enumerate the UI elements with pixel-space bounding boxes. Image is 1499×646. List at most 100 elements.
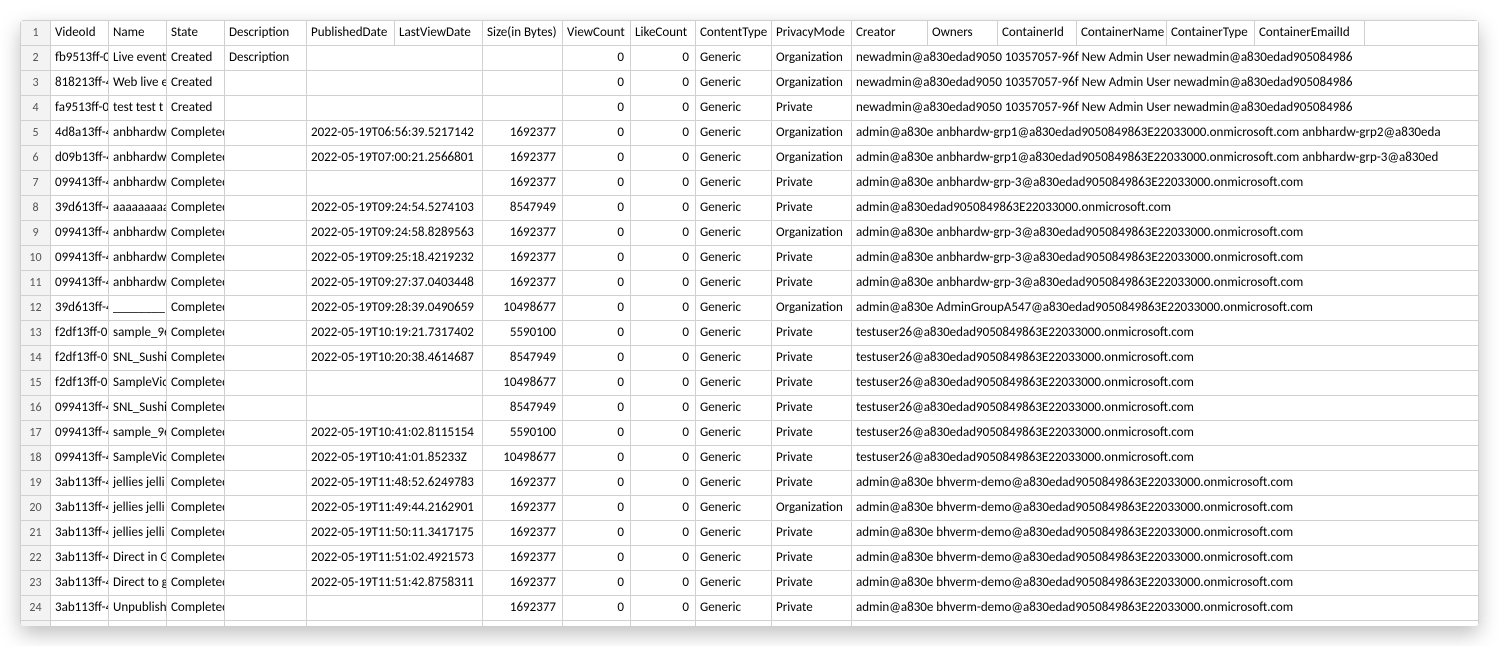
cell-videoid[interactable]: 3ab113ff-4 xyxy=(51,571,109,596)
cell-contenttype[interactable]: Generic xyxy=(696,621,772,627)
cell-name[interactable]: SampleVid xyxy=(109,371,167,396)
cell-size[interactable]: 8547949 xyxy=(483,396,563,421)
cell-contenttype[interactable]: Generic xyxy=(696,371,772,396)
cell-creator-owners-tail[interactable] xyxy=(852,621,1479,627)
cell-publisheddate[interactable] xyxy=(307,46,483,71)
cell-size[interactable]: 5590100 xyxy=(483,421,563,446)
row-number[interactable]: 10 xyxy=(21,246,51,271)
cell-privacymode[interactable]: Organization xyxy=(772,621,852,627)
cell-videoid[interactable]: 818213ff-4 xyxy=(51,71,109,96)
cell-size[interactable]: 1692377 xyxy=(483,471,563,496)
cell-videoid[interactable]: 4d8a13ff-4 xyxy=(51,121,109,146)
table-row[interactable]: 1239d613ff-4________Completed2022-05-19T… xyxy=(21,296,1479,321)
cell-privacymode[interactable]: Private xyxy=(772,96,852,121)
cell-videoid[interactable]: fa9513ff-0 xyxy=(51,96,109,121)
cell-description[interactable] xyxy=(225,71,307,96)
cell-viewcount[interactable]: 0 xyxy=(563,296,631,321)
cell-publisheddate[interactable]: 2022-05-19T10:41:01.85233Z xyxy=(307,446,483,471)
cell-description[interactable] xyxy=(225,421,307,446)
cell-privacymode[interactable]: Private xyxy=(772,446,852,471)
cell-state[interactable]: Completed xyxy=(167,246,225,271)
col-size[interactable]: Size(in Bytes) xyxy=(483,21,563,46)
cell-videoid[interactable]: 3ab113ff-4 xyxy=(51,596,109,621)
row-number[interactable]: 4 xyxy=(21,96,51,121)
cell-likecount[interactable]: 0 xyxy=(631,46,696,71)
cell-size[interactable]: 8547949 xyxy=(483,196,563,221)
row-number[interactable]: 13 xyxy=(21,321,51,346)
cell-state[interactable]: Completed xyxy=(167,271,225,296)
table-row[interactable]: 54d8a13ff-4anbhardwCompleted2022-05-19T0… xyxy=(21,121,1479,146)
cell-state[interactable]: Completed xyxy=(167,396,225,421)
col-containerid[interactable]: ContainerId xyxy=(998,21,1077,46)
cell-size[interactable]: 1692377 xyxy=(483,496,563,521)
cell-name[interactable]: SampleVid xyxy=(109,446,167,471)
cell-privacymode[interactable]: Private xyxy=(772,346,852,371)
cell-description[interactable] xyxy=(225,321,307,346)
cell-likecount[interactable]: 0 xyxy=(631,171,696,196)
cell-state[interactable]: Completed xyxy=(167,621,225,627)
cell-privacymode[interactable]: Private xyxy=(772,471,852,496)
cell-size[interactable]: 8547949 xyxy=(483,346,563,371)
table-row[interactable]: 4fa9513ff-0test test tCreated00GenericPr… xyxy=(21,96,1479,121)
cell-name[interactable]: anbhardw xyxy=(109,146,167,171)
table-row[interactable]: 193ab113ff-4jellies jelliCompleted2022-0… xyxy=(21,471,1479,496)
cell-size[interactable]: 1692377 xyxy=(483,271,563,296)
col-publisheddate[interactable]: PublishedDate xyxy=(307,21,395,46)
table-row[interactable]: 10099413ff-4anbhardwCompleted2022-05-19T… xyxy=(21,246,1479,271)
table-row[interactable]: 18099413ff-4SampleVidCompleted2022-05-19… xyxy=(21,446,1479,471)
col-name[interactable]: Name xyxy=(109,21,167,46)
col-containeremail[interactable]: ContainerEmailId xyxy=(1255,21,1365,46)
cell-publisheddate[interactable]: 2022-05-19T11:51:42.8758311 xyxy=(307,571,483,596)
cell-contenttype[interactable]: Generic xyxy=(696,171,772,196)
cell-privacymode[interactable]: Private xyxy=(772,171,852,196)
cell-description[interactable] xyxy=(225,271,307,296)
cell-likecount[interactable]: 0 xyxy=(631,346,696,371)
cell-description[interactable] xyxy=(225,521,307,546)
cell-state[interactable]: Completed xyxy=(167,221,225,246)
cell-publisheddate[interactable] xyxy=(307,371,483,396)
cell-viewcount[interactable]: 0 xyxy=(563,496,631,521)
cell-videoid[interactable]: 099413ff-4 xyxy=(51,396,109,421)
cell-state[interactable]: Completed xyxy=(167,496,225,521)
cell-contenttype[interactable]: Generic xyxy=(696,46,772,71)
cell-contenttype[interactable]: Generic xyxy=(696,296,772,321)
row-number-header[interactable]: 1 xyxy=(21,21,51,46)
cell-publisheddate[interactable] xyxy=(307,396,483,421)
cell-name[interactable]: jellies jelli xyxy=(109,496,167,521)
cell-contenttype[interactable]: Generic xyxy=(696,196,772,221)
cell-videoid[interactable]: 099413ff-4 xyxy=(51,446,109,471)
cell-likecount[interactable]: 0 xyxy=(631,571,696,596)
table-row[interactable]: 243ab113ff-4UnpublishCompleted169237700G… xyxy=(21,596,1479,621)
col-videoid[interactable]: VideoId xyxy=(51,21,109,46)
col-lastviewdate[interactable]: LastViewDate xyxy=(395,21,483,46)
cell-description[interactable]: Description xyxy=(225,46,307,71)
col-containertype[interactable]: ContainerType xyxy=(1167,21,1255,46)
cell-creator-owners-tail[interactable]: testuser26@a830edad9050849863E22033000.o… xyxy=(852,371,1479,396)
cell-name[interactable]: test test t xyxy=(109,96,167,121)
cell-videoid[interactable]: f2df13ff-0 xyxy=(51,346,109,371)
cell-publisheddate[interactable]: 2022-05-19T11:48:52.6249783 xyxy=(307,471,483,496)
cell-description[interactable] xyxy=(225,446,307,471)
cell-name[interactable]: anbhardw xyxy=(109,271,167,296)
table-row[interactable]: 16099413ff-4SNL_SushiCompleted854794900G… xyxy=(21,396,1479,421)
cell-videoid[interactable]: 39d613ff-4 xyxy=(51,296,109,321)
cell-videoid[interactable]: fb9513ff-0 xyxy=(51,46,109,71)
cell-privacymode[interactable]: Organization xyxy=(772,296,852,321)
cell-contenttype[interactable]: Generic xyxy=(696,71,772,96)
table-row[interactable]: 11099413ff-4anbhardwCompleted2022-05-19T… xyxy=(21,271,1479,296)
cell-name[interactable]: anbhardw xyxy=(109,121,167,146)
cell-publisheddate[interactable]: 2022-05-19T09:27:37.0403448 xyxy=(307,271,483,296)
table-row[interactable]: 233ab113ff-4Direct to gCompleted2022-05-… xyxy=(21,571,1479,596)
cell-videoid[interactable]: 3ab113ff-4 xyxy=(51,496,109,521)
cell-likecount[interactable]: 0 xyxy=(631,246,696,271)
table-row[interactable]: 839d613ff-4aaaaaaaaaCompleted2022-05-19T… xyxy=(21,196,1479,221)
cell-likecount[interactable]: 0 xyxy=(631,396,696,421)
cell-viewcount[interactable]: 0 xyxy=(563,621,631,627)
cell-creator-owners-tail[interactable]: admin@a830e anbhardw-grp1@a830edad905084… xyxy=(852,146,1479,171)
cell-size[interactable] xyxy=(483,96,563,121)
row-number[interactable]: 12 xyxy=(21,296,51,321)
cell-description[interactable] xyxy=(225,96,307,121)
row-number[interactable]: 21 xyxy=(21,521,51,546)
cell-videoid[interactable]: 099413ff-4 xyxy=(51,246,109,271)
cell-privacymode[interactable]: Organization xyxy=(772,221,852,246)
